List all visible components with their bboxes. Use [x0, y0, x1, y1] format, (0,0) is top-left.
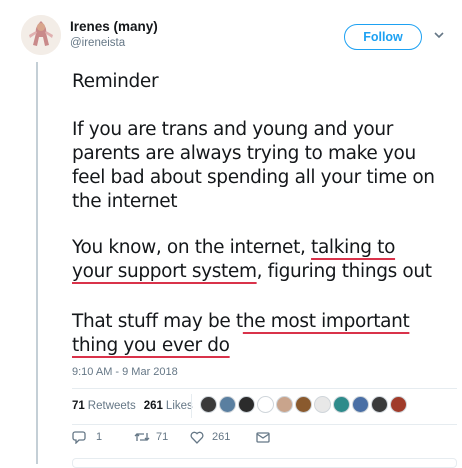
liker-avatar[interactable]	[352, 396, 369, 413]
tweet-actions: 1 71 261	[72, 430, 270, 444]
timestamp[interactable]: 9:10 AM - 9 Mar 2018	[72, 366, 178, 378]
underlined-text: he most important	[242, 311, 410, 332]
tweet-line: thing you ever do	[72, 334, 409, 358]
liker-avatar[interactable]	[295, 396, 312, 413]
likes-count[interactable]: 261	[144, 400, 163, 412]
retweet-button[interactable]: 71	[134, 430, 190, 444]
divider	[72, 424, 457, 425]
tweet-paragraph: Reminder	[72, 71, 159, 92]
tweet-stats: 71 Retweets 261 Likes	[72, 396, 193, 416]
underlined-text: thing you ever do	[72, 335, 230, 356]
stats-separator	[191, 394, 192, 418]
reply-box[interactable]	[72, 458, 457, 468]
retweets-label[interactable]: Retweets	[88, 400, 136, 412]
user-handle[interactable]: @ireneista	[70, 37, 125, 49]
likes-label[interactable]: Likes	[166, 400, 193, 412]
caret-down-icon[interactable]	[433, 30, 445, 40]
heart-icon	[190, 431, 204, 444]
liker-avatar[interactable]	[371, 396, 388, 413]
like-button[interactable]: 261	[190, 431, 256, 444]
liker-avatar[interactable]	[276, 396, 293, 413]
retweet-icon	[134, 433, 150, 441]
tweet-line: That stuff may be the most important	[72, 310, 410, 334]
tweet-line: your support system, figuring things out	[72, 260, 432, 284]
tweet-line: You know, on the internet, talking to	[72, 236, 432, 260]
liker-avatar[interactable]	[390, 396, 407, 413]
liker-avatar[interactable]	[333, 396, 350, 413]
like-count: 261	[212, 431, 231, 443]
tweet-line: If you are trans and young and your	[72, 119, 394, 140]
reply-button[interactable]: 1	[72, 430, 134, 444]
liker-avatar[interactable]	[314, 396, 331, 413]
tweet-paragraph: You know, on the internet, talking to yo…	[72, 236, 432, 284]
avatar[interactable]	[21, 15, 61, 55]
liker-avatar[interactable]	[238, 396, 255, 413]
text-span: , figuring things out	[256, 261, 432, 282]
reply-count: 1	[96, 431, 103, 443]
text-span: You know, on the internet,	[72, 237, 312, 258]
retweets-count[interactable]: 71	[72, 400, 85, 412]
mail-icon	[256, 431, 270, 443]
tweet-paragraph: That stuff may be the most important thi…	[72, 310, 410, 358]
underlined-text: your support system	[72, 261, 257, 282]
divider	[72, 388, 457, 389]
liker-avatar[interactable]	[257, 396, 274, 413]
follow-button[interactable]: Follow	[344, 24, 422, 50]
tweet-line: parents are always trying to make you	[72, 143, 416, 164]
reply-icon	[72, 431, 86, 444]
liker-avatar[interactable]	[219, 396, 236, 413]
text-span: That stuff may be t	[72, 311, 243, 332]
retweet-count: 71	[156, 431, 169, 443]
display-name[interactable]: Irenes (many)	[70, 19, 158, 34]
liker-avatar[interactable]	[200, 396, 217, 413]
tweet-paragraph: If you are trans and young and your pare…	[72, 118, 435, 214]
tweet-line: feel bad about spending all your time on	[72, 167, 435, 188]
thread-line	[36, 62, 38, 464]
direct-message-button[interactable]	[256, 431, 270, 443]
tweet-line: the internet	[72, 191, 178, 212]
liker-avatars	[200, 396, 409, 413]
underlined-text: talking to	[311, 237, 396, 258]
